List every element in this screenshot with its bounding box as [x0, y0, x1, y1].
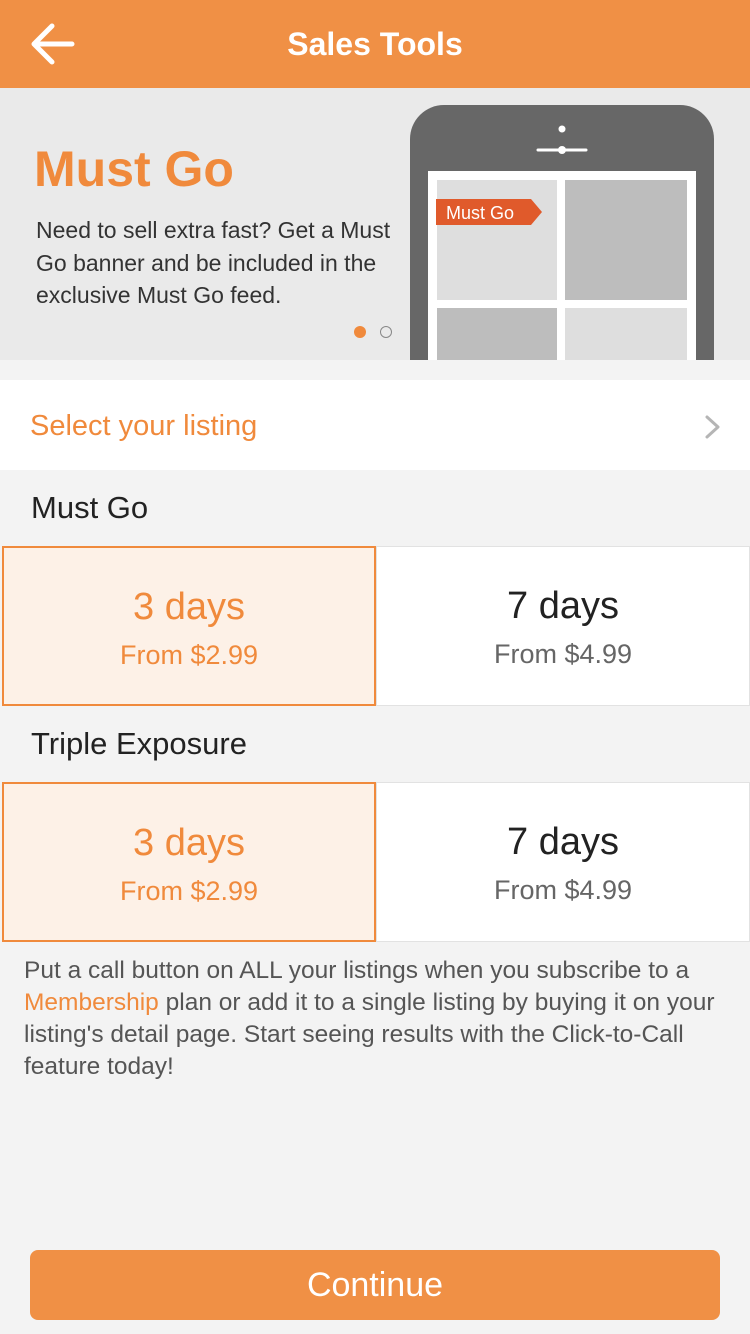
- section-title-triple-exposure: Triple Exposure: [31, 726, 247, 761]
- option-must-go-3-days[interactable]: 3 days From $2.99: [2, 546, 376, 706]
- select-listing-label: Select your listing: [30, 410, 258, 442]
- carousel-dot-active[interactable]: [354, 326, 366, 338]
- option-duration: 7 days: [507, 821, 619, 863]
- promo-title: Must Go: [34, 141, 234, 197]
- option-triple-exposure-3-days[interactable]: 3 days From $2.99: [2, 782, 376, 942]
- promo-carousel[interactable]: Must Go Need to sell extra fast? Get a M…: [0, 88, 750, 360]
- page-title: Sales Tools: [287, 26, 463, 62]
- membership-link[interactable]: Membership: [24, 989, 159, 1016]
- carousel-dot[interactable]: [380, 326, 392, 338]
- option-duration: 3 days: [133, 586, 245, 628]
- option-price: From $2.99: [119, 876, 259, 906]
- click-to-call-info: Put a call button on ALL your listings w…: [24, 955, 724, 1083]
- chevron-right-icon: [705, 415, 720, 439]
- option-triple-exposure-7-days[interactable]: 7 days From $4.99: [376, 782, 750, 942]
- info-text-start: Put a call button on ALL your listings w…: [24, 957, 690, 984]
- option-price: From $4.99: [493, 875, 633, 905]
- app-header: Sales Tools: [0, 0, 750, 88]
- option-duration: 3 days: [133, 822, 245, 864]
- option-duration: 7 days: [507, 585, 619, 627]
- option-price: From $2.99: [119, 640, 259, 670]
- promo-description: Need to sell extra fast? Get a Must Go b…: [36, 217, 391, 308]
- option-price: From $4.99: [493, 639, 633, 669]
- continue-button[interactable]: Continue: [30, 1250, 720, 1320]
- phone-illustration: Must Go: [410, 105, 714, 360]
- must-go-banner-label: Must Go: [446, 203, 514, 223]
- carousel-indicator: [354, 326, 392, 338]
- option-must-go-7-days[interactable]: 7 days From $4.99: [376, 546, 750, 706]
- select-listing-row[interactable]: Select your listing: [0, 380, 750, 470]
- section-title-must-go: Must Go: [31, 490, 149, 525]
